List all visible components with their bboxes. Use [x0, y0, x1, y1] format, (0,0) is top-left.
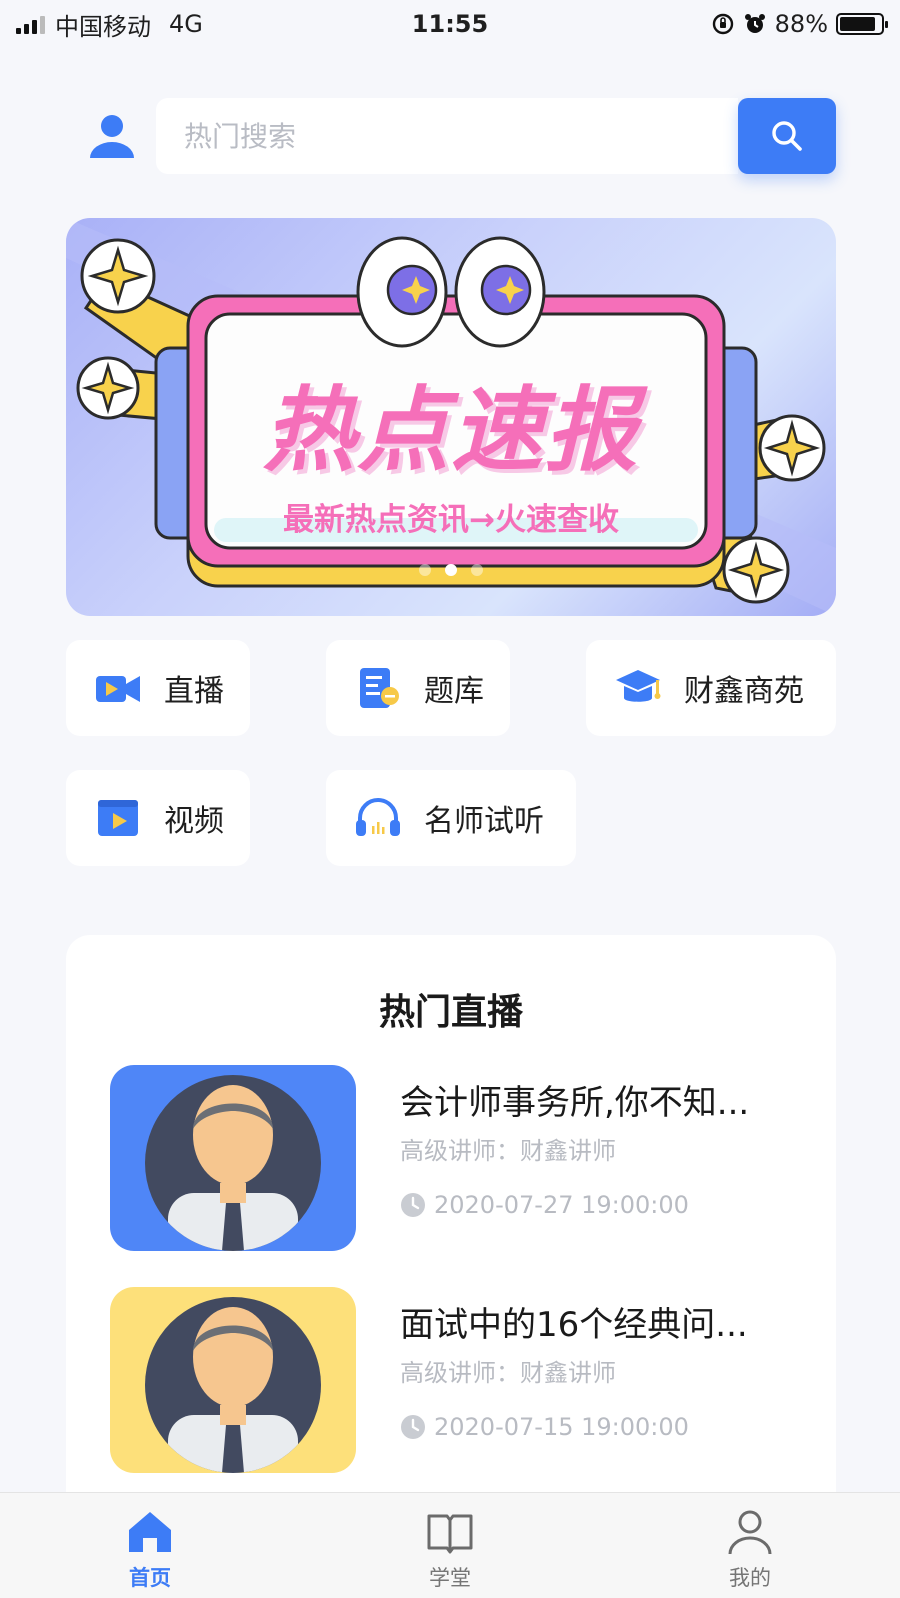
alarm-icon [744, 14, 765, 33]
question-bank-icon [360, 668, 399, 708]
video-camera-icon [96, 676, 140, 702]
headphones-icon [356, 798, 400, 836]
search-input[interactable] [156, 98, 738, 174]
live-item-title: 会计师事务所,你不知... [400, 1083, 750, 1123]
nav-label-trial-class: 名师试听 [424, 804, 544, 839]
live-item-teacher: 高级讲师：财鑫讲师 [400, 1359, 616, 1387]
live-item-teacher: 高级讲师：财鑫讲师 [400, 1137, 616, 1165]
status-left: 中国移动 4G [16, 7, 203, 42]
tab-profile[interactable]: 我的 [600, 1493, 900, 1598]
status-right: 88% [711, 10, 888, 38]
banner-dot[interactable] [445, 564, 457, 576]
user-icon[interactable] [84, 108, 140, 164]
search-row [84, 98, 836, 174]
carrier-label: 中国移动 [55, 12, 151, 41]
graduation-cap-icon [616, 670, 661, 702]
book-icon [427, 1514, 473, 1554]
tab-label-profile: 我的 [729, 1566, 771, 1590]
live-item-title: 面试中的16个经典问... [400, 1305, 748, 1345]
search-button[interactable] [738, 98, 836, 174]
nav-tile-video[interactable]: 视频 [66, 770, 250, 866]
live-item-time-row: 2020-07-15 19:00:00 [400, 1413, 689, 1441]
tab-label-school: 学堂 [429, 1566, 471, 1590]
tab-label-home: 首页 [129, 1566, 171, 1590]
battery-icon [836, 13, 888, 35]
banner-title: 热点速报 [262, 377, 639, 484]
nav-label-live: 直播 [164, 674, 224, 709]
battery-fill [840, 17, 876, 31]
home-icon [129, 1512, 171, 1552]
live-item-time-row: 2020-07-27 19:00:00 [400, 1191, 689, 1219]
banner-subtitle: 最新热点资讯→火速查收 [283, 502, 619, 538]
nav-tile-question-bank[interactable]: 题库 [326, 640, 510, 736]
hot-news-banner[interactable]: 热点速报 最新热点资讯→火速查收 [66, 218, 836, 616]
live-thumbnail [110, 1065, 356, 1251]
tab-school[interactable]: 学堂 [300, 1493, 600, 1598]
search-icon [772, 121, 802, 151]
tab-home[interactable]: 首页 [0, 1493, 300, 1598]
tab-bar: 首页 学堂 我的 [0, 1492, 900, 1598]
clock-icon [401, 1193, 425, 1217]
status-bar: 中国移动 4G 11:55 88% [0, 0, 900, 48]
teacher-avatar-icon [145, 1075, 321, 1251]
rotation-lock-icon [712, 13, 733, 35]
nav-tile-trial-class[interactable]: 名师试听 [326, 770, 576, 866]
nav-label-question-bank: 题库 [424, 674, 484, 709]
teacher-avatar-icon [145, 1297, 321, 1473]
banner-dot[interactable] [471, 564, 483, 576]
nav-label-mall: 财鑫商苑 [684, 674, 804, 709]
live-item[interactable]: 面试中的16个经典问... 高级讲师：财鑫讲师 2020-07-15 19:00… [110, 1287, 800, 1473]
banner-dot[interactable] [419, 564, 431, 576]
banner-pagination [66, 564, 836, 576]
network-label: 4G [169, 10, 203, 38]
hot-live-title: 热门直播 [378, 992, 523, 1033]
nav-tile-live[interactable]: 直播 [66, 640, 250, 736]
nav-tile-mall[interactable]: 财鑫商苑 [586, 640, 836, 736]
live-item-time: 2020-07-15 19:00:00 [434, 1413, 689, 1441]
clock-icon [401, 1415, 425, 1439]
battery-percent: 88% [774, 10, 828, 38]
profile-icon [728, 1510, 772, 1555]
live-thumbnail [110, 1287, 356, 1473]
signal-icon [16, 14, 45, 34]
live-item-time: 2020-07-27 19:00:00 [434, 1191, 689, 1219]
video-play-icon [98, 800, 138, 836]
live-item[interactable]: 会计师事务所,你不知... 高级讲师：财鑫讲师 2020-07-27 19:00… [110, 1065, 800, 1251]
nav-label-video: 视频 [164, 804, 224, 839]
